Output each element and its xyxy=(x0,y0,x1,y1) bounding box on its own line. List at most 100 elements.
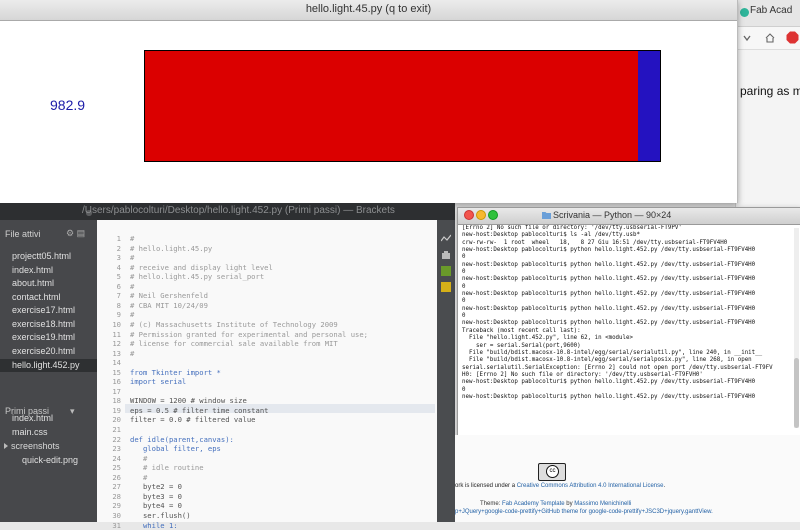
light-value-label: 982.9 xyxy=(50,97,86,113)
terminal-line: new-host:Desktop pablocolturi$ python he… xyxy=(462,379,756,386)
code-line: # (c) Massachusetts Institute of Technol… xyxy=(130,319,338,329)
light-level-fill xyxy=(145,51,639,161)
chevron-down-icon[interactable]: ▾ xyxy=(70,406,75,417)
folder-label: screenshots xyxy=(11,441,60,451)
working-file-item[interactable]: exercise19.html xyxy=(12,332,75,342)
working-file-item[interactable]: contact.html xyxy=(12,292,61,302)
cc-logo-icon: cc xyxy=(546,465,559,478)
extension-green-icon[interactable] xyxy=(441,266,451,276)
line-number: 6 xyxy=(116,281,121,291)
folder-caret-icon xyxy=(4,443,8,449)
home-icon[interactable] xyxy=(764,32,776,44)
code-line: # xyxy=(130,281,135,291)
terminal-line: new-host:Desktop pablocolturi$ ls -al /d… xyxy=(462,232,640,239)
line-number: 10 xyxy=(112,319,121,329)
line-number: 1 xyxy=(116,234,121,243)
terminal-title-bar[interactable]: Scrivania — Python — 90×24 xyxy=(458,208,800,225)
brackets-title-bar[interactable]: /Users/pablocolturi/Desktop/hello.light.… xyxy=(0,203,455,220)
creative-commons-badge[interactable]: cc xyxy=(538,463,566,481)
code-line: ser.flush() xyxy=(130,510,191,520)
line-number: 26 xyxy=(112,472,121,482)
code-line: # xyxy=(130,234,135,243)
working-file-item[interactable]: projectt05.html xyxy=(12,251,71,261)
line-number: 22 xyxy=(112,434,121,444)
extension-manager-icon[interactable] xyxy=(441,250,451,260)
code-line: # Permission granted for experimental an… xyxy=(130,329,368,339)
line-number: 14 xyxy=(112,358,121,368)
code-line: # xyxy=(130,310,135,320)
browser-toolbar xyxy=(736,27,800,50)
code-line: global filter, eps xyxy=(130,444,221,454)
code-line: byte2 = 0 xyxy=(130,482,182,492)
zoom-button[interactable] xyxy=(488,210,498,220)
credits-text[interactable]: p+JQuery+google-code-prettify+GitHub the… xyxy=(455,509,713,515)
terminal-line: 0 xyxy=(462,313,466,320)
code-line: # hello.light.45.py xyxy=(130,243,213,253)
terminal-scrollbar[interactable] xyxy=(794,228,799,428)
code-editor[interactable]: 1 2 3 4 5 6 7 8 9 10 11 12 13 14 15 16 17 18 19 20 21 22 23 24 2… xyxy=(97,220,437,530)
code-line: WINDOW = 1200 # window size xyxy=(130,396,247,406)
chevron-down-icon[interactable] xyxy=(742,33,752,43)
close-button[interactable] xyxy=(464,210,474,220)
terminal-line: File "hello.light.452.py", line 62, in <… xyxy=(462,335,634,342)
code-line: eps = 0.5 # filter time constant xyxy=(130,405,269,415)
code-line: byte4 = 0 xyxy=(130,501,182,511)
line-number: 18 xyxy=(112,396,121,406)
terminal-line: 0 xyxy=(462,386,466,393)
code-line: # hello.light.45.py serial_port xyxy=(130,272,265,282)
adblock-icon[interactable] xyxy=(786,31,799,44)
gear-icon[interactable]: ⚙ xyxy=(66,228,74,238)
line-number: 16 xyxy=(112,377,121,387)
terminal-line: new-host:Desktop pablocolturi$ python he… xyxy=(462,305,756,312)
code-line: import serial xyxy=(130,377,187,387)
live-preview-icon[interactable] xyxy=(441,234,451,244)
line-number: 20 xyxy=(112,415,121,425)
line-number: 3 xyxy=(116,253,121,263)
theme-link[interactable]: Fab Academy Template xyxy=(502,501,565,507)
terminal-line: serial.serialutil.SerialException: [Errn… xyxy=(462,364,773,371)
browser-page-text: paring as m xyxy=(740,84,800,98)
tk-title-bar[interactable]: hello.light.45.py (q to exit) xyxy=(0,0,737,21)
brackets-side-toolbar xyxy=(437,220,455,522)
file-item-quick-edit[interactable]: quick-edit.png xyxy=(22,455,78,465)
folder-screenshots[interactable]: screenshots xyxy=(4,441,60,451)
code-line: # license for commercial sale available … xyxy=(130,339,338,349)
scrollbar-thumb[interactable] xyxy=(794,358,799,428)
terminal-line: 0 xyxy=(462,254,466,261)
browser-tab[interactable]: Fab Acad xyxy=(750,5,792,16)
line-number: 9 xyxy=(116,310,121,320)
terminal-line: new-host:Desktop pablocolturi$ python he… xyxy=(462,276,756,283)
file-sidebar: File attivi ⚙ ▤ projectt05.html index.htm… xyxy=(0,220,97,522)
working-file-item[interactable]: about.html xyxy=(12,278,54,288)
terminal-line: 0 xyxy=(462,283,466,290)
split-view-icon[interactable]: ▤ xyxy=(77,228,86,238)
license-link[interactable]: Creative Commons Attribution 4.0 Interna… xyxy=(517,483,664,489)
project-file-item[interactable]: index.html xyxy=(12,413,53,423)
code-line: from Tkinter import * xyxy=(130,367,221,377)
line-number: 21 xyxy=(112,425,121,434)
terminal-line: H0: [Errno 2] No such file or directory:… xyxy=(462,371,703,378)
theme-text: Theme: Fab Academy Template by Massimo M… xyxy=(480,501,631,507)
tk-light-window: hello.light.45.py (q to exit) 982.9 xyxy=(0,0,738,203)
code-line: def idle(parent,canvas): xyxy=(130,434,234,444)
line-number: 11 xyxy=(112,329,121,339)
working-file-item[interactable]: hello.light.452.py xyxy=(0,359,97,372)
theme-author-link[interactable]: Massimo Menichinelli xyxy=(574,501,631,507)
light-level-bar xyxy=(144,50,661,162)
working-file-item[interactable]: index.html xyxy=(12,265,53,275)
working-file-item[interactable]: exercise20.html xyxy=(12,346,75,356)
terminal-line: 0 xyxy=(462,298,466,305)
terminal-line: [Errno 2] No such file or directory: '/d… xyxy=(462,225,682,231)
license-suffix: . xyxy=(663,483,666,489)
terminal-line: crw-rw-rw- 1 root wheel 18, 8 27 Giu 16:… xyxy=(462,239,728,246)
theme-prefix: Theme: xyxy=(480,501,503,507)
terminal-line: new-host:Desktop pablocolturi$ python he… xyxy=(462,291,756,298)
extension-yellow-icon[interactable] xyxy=(441,282,451,292)
working-file-item[interactable]: exercise18.html xyxy=(12,319,75,329)
terminal-line: File "build/bdist.macosx-10.8-intel/egg/… xyxy=(462,357,752,364)
terminal-output[interactable]: [Errno 2] No such file or directory: '/d… xyxy=(462,225,788,401)
working-file-item[interactable]: exercise17.html xyxy=(12,305,75,315)
project-file-item[interactable]: main.css xyxy=(12,427,48,437)
minimize-button[interactable] xyxy=(476,210,486,220)
folder-icon xyxy=(542,212,551,219)
